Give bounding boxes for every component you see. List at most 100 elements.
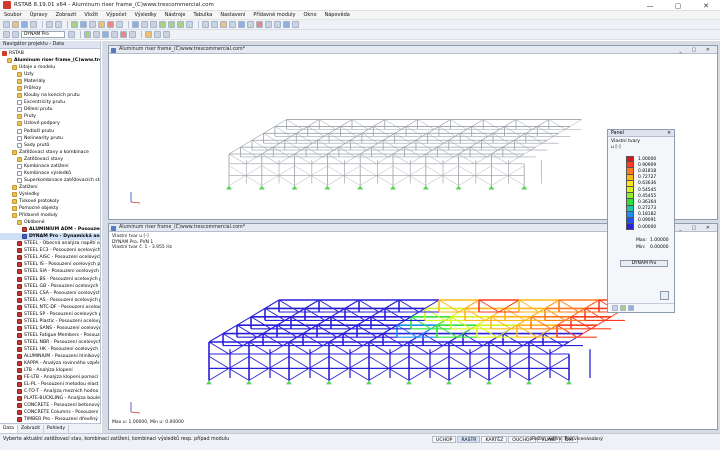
navigator-item[interactable]: Excentricity prutu — [0, 99, 100, 106]
previous-case-icon[interactable] — [3, 31, 10, 38]
navigator-item[interactable]: PLATE-BUCKLING - Analýza boule — [0, 395, 100, 402]
navigator-item[interactable]: STEEL - Obecná analýza napětí oc — [0, 240, 100, 247]
view-x-icon[interactable] — [159, 21, 166, 28]
navigator-item[interactable]: STEEL HK - Posouzení ocelových p — [0, 346, 100, 353]
zoom-icon[interactable] — [132, 21, 139, 28]
navigator-item[interactable]: STEEL SANS - Posouzení ocelových — [0, 325, 100, 332]
dimension-icon[interactable] — [283, 21, 290, 28]
results-icon[interactable] — [116, 21, 123, 28]
navigator-item[interactable]: ALUMINIUM - Posouzení hliníkový — [0, 353, 100, 360]
navigator-item[interactable]: STEEL NBR - Posouzení ocelových — [0, 339, 100, 346]
navigator-item[interactable]: Superkombinace zatěžovacích stav — [0, 177, 100, 184]
navigator-item[interactable]: FE-LTB - Analýza klopení pomocí — [0, 374, 100, 381]
panel-legend-icon[interactable] — [612, 305, 618, 311]
panel-zoom-icon[interactable] — [660, 291, 669, 300]
navigator-item[interactable]: Nelinearity prutu — [0, 135, 100, 142]
navigator-item[interactable]: STEEL NTC-DF - Posouzení ocelov — [0, 304, 100, 311]
navigator-item[interactable]: Uzly — [0, 71, 100, 78]
navigator-item[interactable]: Průřezy — [0, 85, 100, 92]
menu-tools[interactable]: Nástroje — [165, 12, 186, 18]
navigator-item[interactable]: Pruty — [0, 113, 100, 120]
navigator-item[interactable]: DYNAM Pro - Dynamická ana — [0, 233, 100, 241]
panel-close-icon[interactable]: ✕ — [667, 130, 671, 137]
menu-view[interactable]: Zobrazit — [56, 12, 77, 18]
panel-icon[interactable] — [211, 21, 218, 28]
deformation-icon[interactable] — [256, 21, 263, 28]
navigator-item[interactable]: Podloží prutu — [0, 128, 100, 135]
menu-results[interactable]: Výsledky — [134, 12, 156, 18]
member-icon[interactable] — [80, 21, 87, 28]
isometric-view-icon[interactable] — [186, 21, 193, 28]
support-icon[interactable] — [89, 21, 96, 28]
navigator-item[interactable]: Přídavné moduly — [0, 212, 100, 219]
close-button[interactable]: ✕ — [692, 0, 720, 11]
max-min-icon[interactable] — [129, 31, 136, 38]
navigator-item[interactable]: Materiály — [0, 78, 100, 85]
mode-snap[interactable]: UCHOP — [432, 436, 457, 443]
menu-calculate[interactable]: Výpočet — [106, 12, 126, 18]
load-case-combo[interactable]: DYNAM Pro — [21, 31, 65, 38]
navigator-item[interactable]: Kombinace výsledků — [0, 170, 100, 177]
tab-views[interactable]: Pohledy — [44, 424, 70, 433]
navigator-item[interactable]: Zatížení — [0, 184, 100, 191]
navigator-item[interactable]: Tiskové protokoly — [0, 198, 100, 205]
wireframe-icon[interactable] — [247, 21, 254, 28]
rotate-icon[interactable] — [150, 21, 157, 28]
results-window-buttons[interactable]: _ ▢ ✕ — [679, 224, 714, 232]
navigator-item[interactable]: Zatěžovací stavy — [0, 156, 100, 163]
mode-grid[interactable]: RASTR — [457, 436, 481, 443]
navigator-item[interactable]: C-TO-T - Analýza mezních hodno — [0, 388, 100, 395]
navigator-item[interactable]: Aluminum riser frame_(C)www.trescom — [0, 57, 100, 64]
dynam-pro-button[interactable]: DYNAM Pro — [620, 260, 668, 267]
section-icon[interactable] — [229, 21, 236, 28]
menu-window[interactable]: Okno — [303, 12, 316, 18]
navigator-item[interactable]: STEEL AS - Posouzení ocelových p — [0, 297, 100, 304]
navigator-item[interactable]: STEEL Plastic - Posouzení ocelový — [0, 318, 100, 325]
calculate-icon[interactable] — [107, 21, 114, 28]
navigator-item[interactable]: Zatěžovací stavy a kombinace — [0, 149, 100, 156]
panel-settings-icon[interactable] — [628, 305, 634, 311]
guide-line-icon[interactable] — [292, 21, 299, 28]
maximize-button[interactable]: ▢ — [664, 0, 692, 11]
navigator-item[interactable]: Oblíbené — [0, 219, 100, 226]
navigator-item[interactable]: Sady prutů — [0, 142, 100, 149]
navigator-item[interactable]: STEEL IS - Posouzení ocelových pr — [0, 261, 100, 268]
menu-insert[interactable]: Vložit — [84, 12, 98, 18]
navigator-item[interactable]: ALUMINIUM ADM - Posouzení — [0, 226, 100, 233]
animation-icon[interactable] — [111, 31, 118, 38]
combo-arrow-icon[interactable] — [68, 31, 75, 38]
menu-help[interactable]: Nápověda — [325, 12, 350, 18]
next-case-icon[interactable] — [12, 31, 19, 38]
navigator-item[interactable]: STEEL EC3 - Posouzení ocelových p — [0, 247, 100, 254]
navigator-item[interactable]: STEEL SP - Posouzení ocelových p — [0, 311, 100, 318]
navigator-item[interactable]: STEEL BS - Posouzení ocelových p — [0, 276, 100, 283]
menu-add-on-modules[interactable]: Přídavné moduly — [253, 12, 295, 18]
smoothing-icon[interactable] — [163, 31, 170, 38]
panel-filter-icon[interactable] — [620, 305, 626, 311]
navigator-item[interactable]: Výsledky — [0, 191, 100, 198]
navigator-item[interactable]: STEEL SIA - Posouzení ocelových p — [0, 268, 100, 275]
model-window-buttons[interactable]: _ ▢ ✕ — [679, 46, 714, 54]
printout-report-icon[interactable] — [220, 21, 227, 28]
navigator-item[interactable]: CONCRETE Columns - Posouzení — [0, 409, 100, 416]
navigator-item[interactable]: EL-PL - Posouzení metodou elast — [0, 381, 100, 388]
navigator-item[interactable]: STEEL AISC - Posouzení ocelových p — [0, 254, 100, 261]
tab-data[interactable]: Data — [0, 424, 18, 433]
print-icon[interactable] — [30, 21, 37, 28]
undo-icon[interactable] — [46, 21, 53, 28]
legend-icon[interactable] — [154, 31, 161, 38]
menu-options[interactable]: Nastavení — [220, 12, 245, 18]
navigator-item[interactable]: KAPPA - Analýza rovinného vzpěr — [0, 360, 100, 367]
redo-icon[interactable] — [55, 21, 62, 28]
visibility-icon[interactable] — [274, 21, 281, 28]
table-icon[interactable] — [202, 21, 209, 28]
mode-shape-icon[interactable] — [102, 31, 109, 38]
minimize-button[interactable]: — — [636, 0, 664, 11]
navigator-item[interactable]: Dělení prutu — [0, 106, 100, 113]
view-z-icon[interactable] — [177, 21, 184, 28]
view-y-icon[interactable] — [168, 21, 175, 28]
menu-edit[interactable]: Úpravy — [30, 12, 48, 18]
navigator-item[interactable]: RSTAB — [0, 50, 100, 57]
render-icon[interactable] — [238, 21, 245, 28]
open-file-icon[interactable] — [12, 21, 19, 28]
